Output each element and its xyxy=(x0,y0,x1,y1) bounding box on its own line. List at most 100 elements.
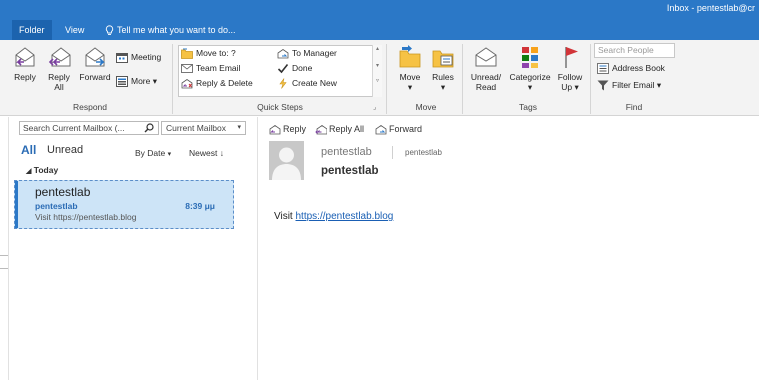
group-header-today[interactable]: ◢ Today xyxy=(26,165,58,175)
reading-pane: Reply Reply All Forward pentestlab pente… xyxy=(259,117,759,380)
person-icon xyxy=(272,147,301,180)
reading-reply-all-label: Reply All xyxy=(329,124,365,134)
categorize-icon xyxy=(522,47,538,68)
rules-label: Rules xyxy=(432,72,454,82)
move-button[interactable]: Move ▾ xyxy=(392,44,428,92)
search-people-input[interactable]: Search People xyxy=(594,43,675,58)
reading-reply-all-button[interactable]: Reply All xyxy=(315,124,364,135)
header-separator xyxy=(392,146,393,159)
forward-button[interactable]: Forward xyxy=(76,44,114,82)
reading-forward-button[interactable]: Forward xyxy=(375,124,422,135)
tab-folder[interactable]: Folder xyxy=(12,20,52,40)
message-list: Search Current Mailbox (... Current Mail… xyxy=(9,117,258,380)
move-label: Move xyxy=(399,72,421,82)
reply-all-icon xyxy=(48,47,71,67)
quickstep-label: To Manager xyxy=(292,48,337,58)
find-group-label: Find xyxy=(625,102,643,112)
ribbon-separator xyxy=(172,44,173,114)
sort-order-label: Newest xyxy=(189,148,218,158)
quick-steps-launcher-icon[interactable]: ⌟ xyxy=(373,103,376,111)
move-folder-icon xyxy=(399,45,421,68)
outlook-window: Inbox - pentestlab@cr Folder View Tell m… xyxy=(0,0,759,380)
message-subject: pentestlab xyxy=(35,201,78,211)
quick-steps-scrollbar[interactable]: ▴ ▾ ▿ xyxy=(372,45,382,97)
sender-email[interactable]: pentestlab xyxy=(405,148,442,157)
meeting-label: Meeting xyxy=(131,52,162,62)
sender-avatar[interactable] xyxy=(269,141,304,180)
meeting-button[interactable]: Meeting xyxy=(116,51,161,64)
tell-me-text: Tell me what you want to do... xyxy=(117,25,236,35)
sender-name[interactable]: pentestlab xyxy=(321,146,372,158)
search-scope-dropdown[interactable]: Current Mailbox ▾ xyxy=(161,121,246,135)
quickstep-done[interactable]: Done xyxy=(277,62,312,75)
filter-email-button[interactable]: Filter Email ▾ xyxy=(597,79,661,92)
sort-by-dropdown[interactable]: By Date ▾ xyxy=(135,148,171,158)
title-bar: Inbox - pentestlab@cr xyxy=(0,0,759,20)
search-mailbox-placeholder: Search Current Mailbox (... xyxy=(23,123,125,133)
search-scope-value: Current Mailbox xyxy=(166,123,226,133)
search-mailbox-input[interactable]: Search Current Mailbox (... xyxy=(19,121,159,135)
more-label: More xyxy=(131,76,151,86)
quickstep-create-new[interactable]: Create New xyxy=(277,77,337,90)
categorize-button[interactable]: Categorize ▾ xyxy=(506,44,554,92)
quickstep-reply-delete[interactable]: Reply & Delete xyxy=(181,77,253,90)
address-book-button[interactable]: Address Book xyxy=(597,62,665,75)
folder-pane-handle[interactable] xyxy=(0,255,8,269)
tags-group-label: Tags xyxy=(519,102,537,112)
message-subject-heading: pentestlab xyxy=(321,165,379,177)
filter-icon xyxy=(597,80,609,91)
reply-button[interactable]: Reply xyxy=(6,44,44,82)
group-header-label: Today xyxy=(33,165,59,175)
arrow-down-icon: ↓ xyxy=(219,148,224,158)
reply-label: Reply xyxy=(14,72,36,82)
follow-label-1: Follow xyxy=(557,72,583,82)
lightbulb-icon xyxy=(105,25,114,36)
quickstep-label: Create New xyxy=(292,78,337,88)
flag-icon xyxy=(565,47,578,68)
more-respond-button[interactable]: More ▾ xyxy=(116,75,157,88)
quickstep-move-to[interactable]: Move to: ? xyxy=(181,47,236,60)
selection-indicator xyxy=(15,181,18,228)
ribbon: Reply Reply All Forward Meeting More ▾ R… xyxy=(0,40,759,116)
reply-all-label-1: Reply xyxy=(48,72,70,82)
quickstep-to-manager[interactable]: To Manager xyxy=(277,47,337,60)
message-time: 8:39 μμ xyxy=(185,201,215,211)
search-icon[interactable] xyxy=(144,123,154,133)
forward-icon xyxy=(85,47,105,67)
unread-label-1: Unread/ xyxy=(470,72,502,82)
quickstep-label: Reply & Delete xyxy=(196,78,253,88)
unread-read-button[interactable]: Unread/ Read xyxy=(466,44,506,92)
sort-order-toggle[interactable]: Newest ↓ xyxy=(189,148,224,158)
more-icon xyxy=(116,76,128,88)
rules-icon xyxy=(432,50,454,68)
folder-pane-collapsed[interactable] xyxy=(0,117,9,380)
rules-button[interactable]: Rules ▾ xyxy=(428,44,458,92)
chevron-down-icon: ▾ xyxy=(237,124,241,131)
filter-all[interactable]: All xyxy=(21,143,36,157)
tab-view[interactable]: View xyxy=(58,20,91,40)
calendar-icon xyxy=(116,53,128,64)
unread-label-2: Read xyxy=(475,82,497,92)
address-book-icon xyxy=(597,63,609,75)
ribbon-separator xyxy=(386,44,387,114)
tell-me-box[interactable]: Tell me what you want to do... xyxy=(98,20,243,40)
reply-all-button[interactable]: Reply All xyxy=(40,44,78,92)
sort-by-label: By Date xyxy=(135,148,166,158)
address-book-label: Address Book xyxy=(612,63,665,73)
filter-unread[interactable]: Unread xyxy=(47,144,83,156)
list-item[interactable]: pentestlab pentestlab 8:39 μμ Visit http… xyxy=(14,180,234,229)
body-link[interactable]: https://pentestlab.blog xyxy=(296,211,394,222)
lightning-icon xyxy=(279,78,287,89)
reading-reply-button[interactable]: Reply xyxy=(269,124,306,135)
move-group-label: Move xyxy=(415,102,437,112)
forward-envelope-icon xyxy=(277,49,289,59)
reply-icon xyxy=(15,47,35,67)
respond-group-label: Respond xyxy=(72,102,108,112)
quickstep-label: Done xyxy=(292,63,313,73)
quickstep-team-email[interactable]: Team Email xyxy=(181,62,240,75)
follow-up-button[interactable]: Follow Up ▾ xyxy=(554,44,586,92)
quickstep-label: Team Email xyxy=(196,63,241,73)
categorize-label: Categorize xyxy=(509,72,551,82)
follow-label-2: Up xyxy=(561,82,573,92)
forward-icon xyxy=(375,125,387,135)
